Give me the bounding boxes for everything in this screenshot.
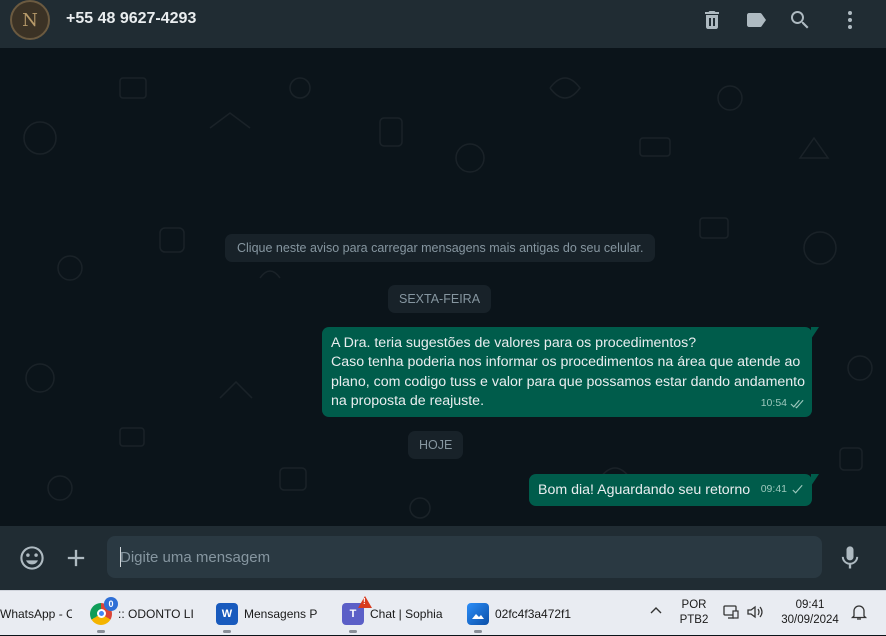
clock[interactable]: 09:41 30/09/2024 bbox=[774, 598, 846, 628]
emoji-icon[interactable] bbox=[18, 544, 46, 572]
warning-badge: ! bbox=[358, 595, 372, 608]
double-check-icon bbox=[790, 399, 804, 409]
outgoing-message[interactable]: Bom dia! Aguardando seu retorno 09:41 bbox=[529, 474, 819, 506]
taskbar-photos[interactable]: 02fc4f3a472f1 bbox=[467, 591, 577, 636]
network-icon[interactable] bbox=[722, 603, 740, 621]
clock-time: 09:41 bbox=[795, 599, 825, 611]
running-indicator bbox=[223, 630, 231, 633]
notification-bell-icon[interactable] bbox=[850, 603, 868, 621]
search-icon[interactable] bbox=[788, 8, 812, 32]
running-indicator bbox=[97, 630, 105, 633]
chat-header: N +55 48 9627-4293 bbox=[0, 0, 886, 48]
menu-dots-icon[interactable] bbox=[838, 8, 862, 32]
photos-icon bbox=[467, 602, 489, 625]
message-time: 10:54 bbox=[760, 396, 787, 409]
contact-avatar[interactable]: N bbox=[10, 0, 50, 40]
message-time: 09:41 bbox=[760, 482, 787, 495]
message-composer bbox=[0, 526, 886, 590]
taskbar-label: :: ODONTO LI bbox=[118, 606, 194, 621]
text-caret bbox=[120, 547, 121, 567]
message-text-line: plano, com codigo tuss e valor para que … bbox=[331, 373, 805, 390]
label-icon[interactable] bbox=[744, 8, 768, 32]
message-meta: 10:54 bbox=[761, 394, 805, 413]
trash-icon[interactable] bbox=[700, 8, 724, 32]
taskbar-label: Chat | Sophia bbox=[370, 606, 443, 621]
warning-badge-text: ! bbox=[363, 596, 366, 606]
windows-taskbar: WhatsApp - C 0 :: ODONTO LI W Mensagens … bbox=[0, 590, 886, 635]
taskbar-label: Mensagens P bbox=[244, 606, 318, 621]
running-indicator bbox=[349, 630, 357, 633]
taskbar-label: 02fc4f3a472f1 bbox=[495, 606, 571, 621]
notification-badge: 0 bbox=[104, 596, 118, 611]
word-icon: W bbox=[216, 602, 238, 625]
keyboard-layout: PTB2 bbox=[679, 614, 709, 626]
running-indicator bbox=[474, 630, 482, 633]
message-meta: 09:41 bbox=[761, 480, 805, 499]
outgoing-message[interactable]: A Dra. teria sugestões de valores para o… bbox=[322, 327, 819, 417]
teams-icon: T ! bbox=[342, 595, 372, 625]
tray-chevron-up-icon[interactable] bbox=[648, 603, 664, 619]
taskbar-chrome[interactable]: 0 :: ODONTO LI bbox=[90, 591, 202, 636]
taskbar-teams[interactable]: T ! Chat | Sophia bbox=[342, 591, 452, 636]
message-list[interactable]: Clique neste aviso para carregar mensage… bbox=[0, 48, 886, 526]
contact-name[interactable]: +55 48 9627-4293 bbox=[66, 10, 196, 28]
single-check-icon bbox=[792, 484, 803, 494]
plus-icon[interactable] bbox=[62, 544, 90, 572]
mic-icon[interactable] bbox=[836, 544, 864, 572]
avatar-letter: N bbox=[22, 9, 38, 31]
message-text-line: A Dra. teria sugestões de valores para o… bbox=[331, 335, 697, 351]
chrome-icon: 0 bbox=[90, 596, 118, 625]
bubble-tail bbox=[811, 474, 819, 486]
volume-icon[interactable] bbox=[746, 603, 764, 621]
clock-date: 30/09/2024 bbox=[781, 614, 839, 626]
date-divider-friday: SEXTA-FEIRA bbox=[388, 285, 492, 313]
message-text-line: Caso tenha poderia nos informar os proce… bbox=[331, 354, 801, 371]
whatsapp-window: N +55 48 9627-4293 Clique neste aviso pa… bbox=[0, 0, 886, 590]
language-code: POR bbox=[681, 599, 707, 611]
load-older-messages-notice[interactable]: Clique neste aviso para carregar mensage… bbox=[225, 234, 656, 262]
message-text-line: na proposta de reajuste. bbox=[331, 392, 485, 409]
taskbar-word[interactable]: W Mensagens P bbox=[216, 591, 324, 636]
bubble-tail bbox=[811, 327, 819, 339]
language-indicator[interactable]: POR PTB2 bbox=[676, 598, 712, 628]
date-divider-today: HOJE bbox=[408, 431, 464, 459]
taskbar-whatsapp[interactable]: WhatsApp - C bbox=[0, 591, 76, 636]
message-input[interactable] bbox=[107, 536, 822, 578]
taskbar-label: WhatsApp - C bbox=[0, 606, 72, 621]
